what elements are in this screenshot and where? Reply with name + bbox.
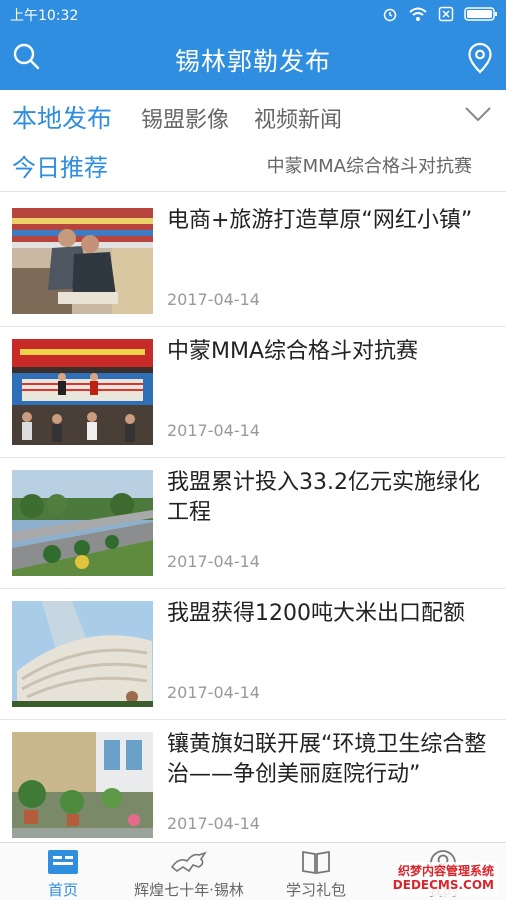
- nav-label: 辉煌七十年·锡林: [134, 881, 244, 899]
- news-thumbnail: [12, 470, 153, 576]
- nav-home[interactable]: 首页: [0, 843, 126, 900]
- sim-icon: [438, 6, 454, 22]
- status-bar: 上午10:32: [0, 0, 506, 28]
- nav-study-pack[interactable]: 学习礼包: [253, 843, 379, 900]
- page-title: 锡林郭勒发布: [174, 47, 331, 76]
- news-thumbnail: [12, 601, 153, 707]
- news-title: 镶黄旗妇联开展“环境卫生综合整治——争创美丽庭院行动”: [167, 732, 487, 787]
- news-date: 2017-04-14: [167, 290, 260, 309]
- news-item[interactable]: 中蒙MMA综合格斗对抗赛 2017-04-14: [0, 327, 506, 458]
- sub-tab-today-picks[interactable]: 今日推荐: [12, 148, 108, 183]
- news-title: 我盟获得1200吨大米出口配额: [167, 601, 465, 626]
- status-icons: [382, 4, 498, 24]
- sub-tab-row: 今日推荐 中蒙MMA综合格斗对抗赛: [0, 142, 506, 192]
- nav-label: 学习礼包: [285, 881, 346, 899]
- home-icon: [48, 850, 78, 874]
- watermark-line2: DEDECMS.COM: [392, 878, 494, 892]
- location-button[interactable]: [466, 42, 494, 74]
- horse-icon: [170, 851, 207, 873]
- tab-video-news[interactable]: 视频新闻: [254, 102, 342, 134]
- news-date: 2017-04-14: [167, 552, 260, 571]
- app-header: 锡林郭勒发布: [0, 28, 506, 90]
- news-item[interactable]: 镶黄旗妇联开展“环境卫生综合整治——争创美丽庭院行动” 2017-04-14: [0, 720, 506, 842]
- status-time: 上午10:32: [10, 8, 79, 24]
- chevron-down-icon: [465, 107, 491, 122]
- news-date: 2017-04-14: [167, 421, 260, 440]
- news-title: 电商+旅游打造草原“网红小镇”: [167, 208, 473, 233]
- expand-tabs-button[interactable]: [464, 104, 492, 124]
- news-item[interactable]: 电商+旅游打造草原“网红小镇” 2017-04-14: [0, 196, 506, 327]
- news-title: 我盟累计投入33.2亿元实施绿化工程: [167, 470, 480, 525]
- watermark-line1: 织梦内容管理系统: [397, 864, 494, 878]
- news-date: 2017-04-14: [167, 683, 260, 702]
- tab-xilin-images[interactable]: 锡盟影像: [141, 102, 229, 134]
- news-list: 电商+旅游打造草原“网红小镇” 2017-04-14 中蒙MMA综合格斗对抗赛 …: [0, 196, 506, 842]
- news-item[interactable]: 我盟获得1200吨大米出口配额 2017-04-14: [0, 589, 506, 720]
- sub-tab-headline[interactable]: 中蒙MMA综合格斗对抗赛: [267, 152, 472, 178]
- watermark: 织梦内容管理系统 DEDECMS.COM: [393, 862, 498, 896]
- wifi-icon: [409, 7, 427, 21]
- book-icon: [302, 850, 330, 875]
- nav-label: 首页: [47, 881, 78, 899]
- tab-local-release[interactable]: 本地发布: [12, 99, 112, 135]
- watermark-text: 织梦内容管理系统 DEDECMS.COM: [393, 864, 494, 892]
- news-thumbnail: [12, 208, 153, 314]
- nav-seventy-years[interactable]: 辉煌七十年·锡林: [126, 843, 252, 900]
- news-item[interactable]: 我盟累计投入33.2亿元实施绿化工程 2017-04-14: [0, 458, 506, 589]
- battery-icon: [464, 7, 497, 21]
- location-pin-icon: [468, 42, 492, 74]
- news-date: 2017-04-14: [167, 814, 260, 833]
- alarm-icon: [383, 8, 397, 22]
- news-title: 中蒙MMA综合格斗对抗赛: [167, 339, 419, 364]
- news-thumbnail: [12, 339, 153, 445]
- channel-tabs: 本地发布 锡盟影像 视频新闻: [0, 90, 506, 142]
- news-thumbnail: [12, 732, 153, 838]
